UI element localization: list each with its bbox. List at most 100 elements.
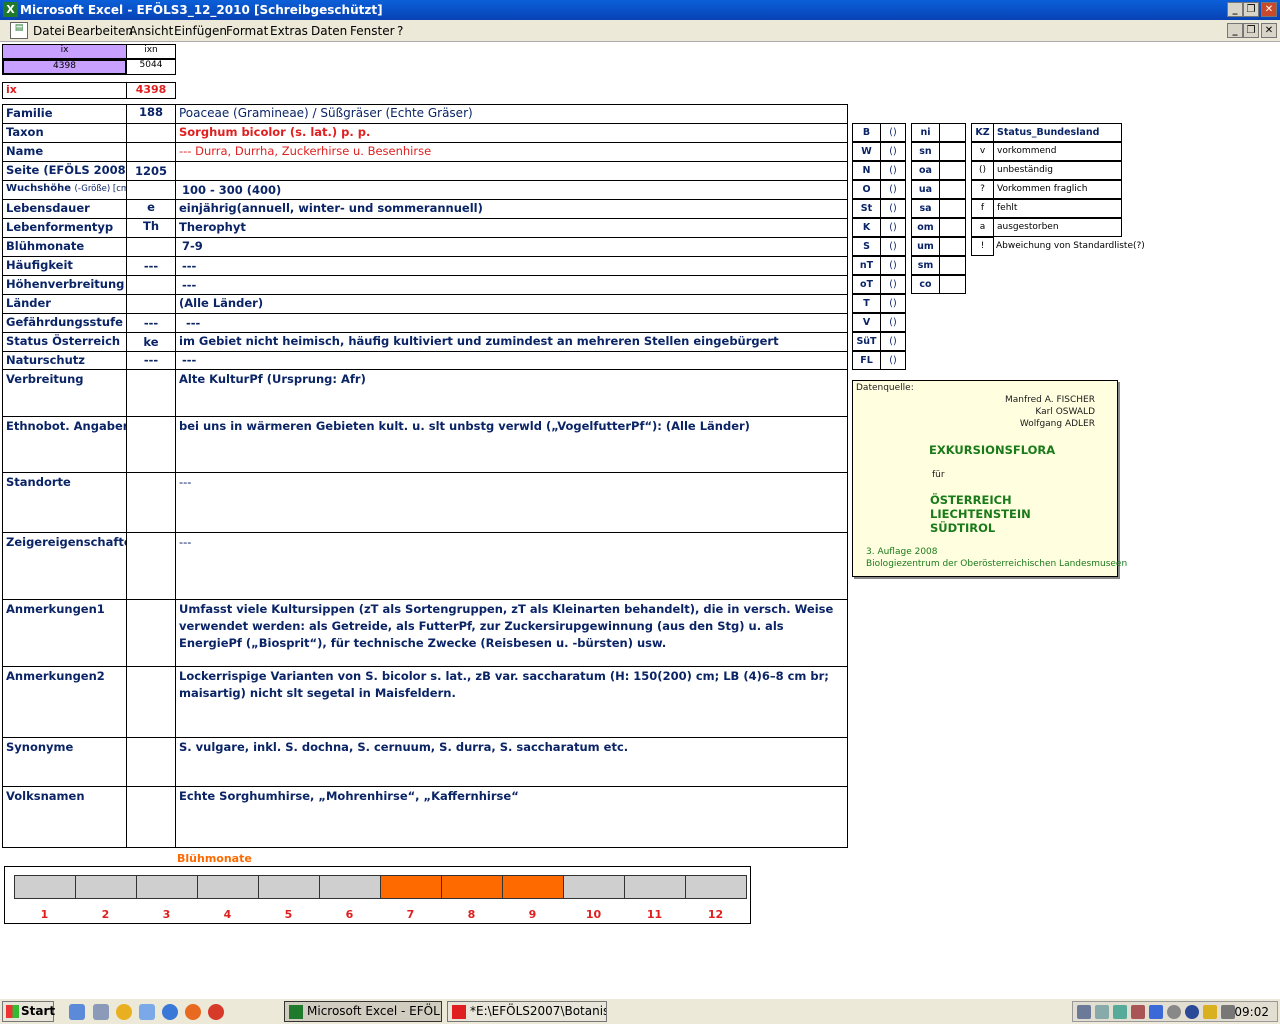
network-icon[interactable] [139,1004,155,1020]
block-value[interactable]: --- [175,472,848,533]
menu-help[interactable]: ? [397,24,403,38]
row-code[interactable]: --- [126,313,176,333]
block-code[interactable] [126,737,176,787]
bl-status[interactable]: () [880,351,906,370]
firefox-icon[interactable] [185,1004,201,1020]
doc-close-button[interactable]: ✕ [1261,23,1277,38]
row-value[interactable]: im Gebiet nicht heimisch, häufig kultivi… [175,332,848,352]
region-status[interactable] [939,142,966,161]
menu-einfuegen[interactable]: Einfügen [174,24,227,38]
menu-fenster[interactable]: Fenster [350,24,395,38]
info-icon[interactable] [1185,1005,1199,1019]
region-status[interactable] [939,218,966,237]
volume-icon[interactable] [1221,1005,1235,1019]
block-code[interactable] [126,472,176,533]
row-code[interactable]: --- [126,351,176,370]
ix-value[interactable]: 4398 [2,59,127,75]
workbook-icon[interactable]: ▤ [10,22,28,39]
block-value[interactable]: Alte KulturPf (Ursprung: Afr) [175,369,848,417]
block-code[interactable] [126,786,176,848]
menu-daten[interactable]: Daten [311,24,347,38]
tray-icon[interactable] [1131,1005,1145,1019]
row-code[interactable]: 188 [126,104,176,124]
region-status[interactable] [939,237,966,256]
row-value[interactable]: --- [175,351,848,370]
row-value[interactable]: --- [175,256,848,276]
close-button[interactable]: ✕ [1261,2,1277,17]
row-code[interactable] [126,237,176,257]
excel-app-icon[interactable]: X [3,2,18,17]
region-status[interactable] [939,123,966,142]
chrome-icon[interactable] [208,1004,224,1020]
row-code[interactable]: ke [126,332,176,352]
row-code[interactable]: 1205 [126,161,176,181]
block-value[interactable]: --- [175,532,848,600]
block-code[interactable] [126,416,176,473]
menu-datei[interactable]: Datei [33,24,65,38]
row-code[interactable] [126,142,176,162]
task-folder[interactable]: *E:\EFÖLS2007\Botanisc... [447,1001,607,1022]
row-value[interactable]: --- Durra, Durrha, Zuckerhirse u. Besenh… [175,142,848,162]
bl-status[interactable]: () [880,123,906,142]
start-button[interactable]: Start [2,1001,55,1022]
bl-status[interactable]: () [880,180,906,199]
row-code[interactable]: Th [126,218,176,238]
bl-status[interactable]: () [880,256,906,275]
row-value[interactable]: einjährig(annuell, winter- und sommerann… [175,199,848,219]
bl-status[interactable]: () [880,294,906,313]
row-code[interactable] [126,180,176,200]
internet-explorer-icon[interactable] [162,1004,178,1020]
block-value[interactable]: Umfasst viele Kultursippen (zT als Sorte… [175,599,848,667]
region-status[interactable] [939,180,966,199]
region-status[interactable] [939,199,966,218]
bl-status[interactable]: () [880,275,906,294]
bl-status[interactable]: () [880,313,906,332]
block-value[interactable]: Lockerrispige Varianten von S. bicolor s… [175,666,848,738]
desktop-icon[interactable] [69,1004,85,1020]
row-value[interactable]: Sorghum bicolor (s. lat.) p. p. [175,123,848,143]
minimize-button[interactable]: _ [1227,2,1243,17]
search-icon[interactable] [1095,1005,1109,1019]
block-value[interactable]: Echte Sorghumhirse, „Mohrenhirse“, „Kaff… [175,786,848,848]
row-code[interactable] [126,294,176,314]
row-value[interactable]: Therophyt [175,218,848,238]
row-value[interactable] [175,161,848,181]
row-code[interactable] [126,275,176,295]
region-status[interactable] [939,275,966,294]
doc-restore-button[interactable]: ❐ [1243,23,1259,38]
tray-icon[interactable] [1113,1005,1127,1019]
block-value[interactable]: bei uns in wärmeren Gebieten kult. u. sl… [175,416,848,473]
bl-status[interactable]: () [880,218,906,237]
menu-ansicht[interactable]: Ansicht [129,24,173,38]
tray-icon[interactable] [1167,1005,1181,1019]
row-value[interactable]: --- [175,313,848,333]
ixn-value[interactable]: 5044 [126,59,176,75]
media-player-icon[interactable] [116,1004,132,1020]
row-value[interactable]: Poaceae (Gramineae) / Süßgräser (Echte G… [175,104,848,124]
row-code[interactable]: --- [126,256,176,276]
tray-icon[interactable] [1203,1005,1217,1019]
bl-status[interactable]: () [880,237,906,256]
block-code[interactable] [126,599,176,667]
row-code[interactable] [126,123,176,143]
row-value[interactable]: (Alle Länder) [175,294,848,314]
region-status[interactable] [939,161,966,180]
block-code[interactable] [126,532,176,600]
row-value[interactable]: --- [175,275,848,295]
menu-bearbeiten[interactable]: Bearbeiten [67,24,133,38]
bl-status[interactable]: () [880,199,906,218]
row-value[interactable]: 7-9 [175,237,848,257]
shield-icon[interactable] [1149,1005,1163,1019]
block-code[interactable] [126,666,176,738]
menu-format[interactable]: Format [226,24,268,38]
task-excel[interactable]: Microsoft Excel - EFÖL... [284,1001,442,1022]
bl-status[interactable]: () [880,332,906,351]
menu-extras[interactable]: Extras [270,24,308,38]
bl-status[interactable]: () [880,161,906,180]
explorer-icon[interactable] [93,1004,109,1020]
tray-icon[interactable] [1077,1005,1091,1019]
row-value[interactable]: 100 - 300 (400) [175,180,848,200]
bl-status[interactable]: () [880,142,906,161]
doc-minimize-button[interactable]: _ [1227,23,1243,38]
block-value[interactable]: S. vulgare, inkl. S. dochna, S. cernuum,… [175,737,848,787]
